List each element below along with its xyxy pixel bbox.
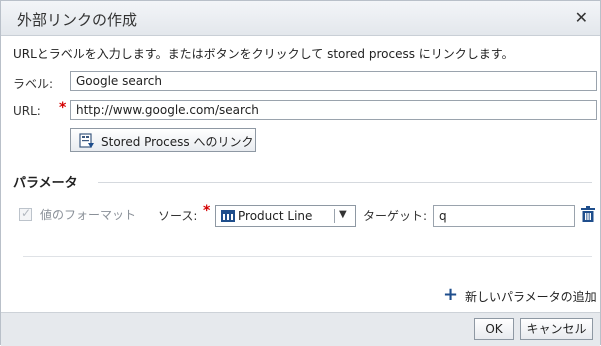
dialog-title: 外部リンクの作成 [17, 11, 138, 29]
plus-icon: + [443, 284, 459, 305]
category-icon [221, 210, 235, 222]
stored-process-icon [79, 133, 94, 148]
format-values-label: 値のフォーマット [40, 208, 137, 222]
close-icon[interactable]: ✕ [575, 8, 588, 27]
dialog-titlebar: 外部リンクの作成 ✕ [1, 1, 600, 36]
source-select[interactable]: Product Line ▼ [215, 205, 356, 227]
parameters-section-title: パラメータ [13, 176, 78, 191]
label-field-label: ラベル: [13, 77, 54, 91]
source-selected-value: Product Line [238, 209, 313, 223]
target-label: ターゲット: [363, 209, 428, 223]
link-stored-process-button[interactable]: Stored Process へのリンク [70, 128, 256, 152]
checkmark-icon: ✓ [21, 206, 32, 220]
cancel-button[interactable]: キャンセル [520, 318, 593, 340]
ok-button[interactable]: OK [474, 318, 514, 340]
section-divider [98, 182, 592, 183]
required-marker: * [59, 100, 67, 116]
instruction-text: URLとラベルを入力します。またはボタンをクリックして stored proce… [13, 47, 514, 61]
label-input[interactable] [70, 71, 597, 91]
url-input[interactable] [70, 100, 597, 120]
create-external-link-dialog: 外部リンクの作成 ✕ URLとラベルを入力します。またはボタンをクリックして s… [0, 0, 601, 346]
dialog-footer: OK キャンセル [1, 312, 600, 346]
source-required-marker: * [203, 203, 211, 219]
trash-icon[interactable] [581, 206, 595, 222]
select-divider [334, 209, 335, 223]
link-stored-process-label: Stored Process へのリンク [101, 135, 254, 149]
format-values-checkbox[interactable]: ✓ [19, 206, 32, 221]
add-parameter-label: 新しいパラメータの追加 [465, 290, 597, 304]
url-field-label: URL: [13, 104, 41, 118]
source-label: ソース: [158, 209, 198, 223]
chevron-down-icon[interactable]: ▼ [339, 209, 347, 220]
parameters-bottom-divider [23, 256, 592, 257]
target-input[interactable] [433, 205, 575, 227]
